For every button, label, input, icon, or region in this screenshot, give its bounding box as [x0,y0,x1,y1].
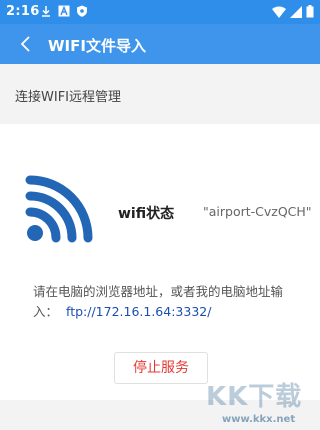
wifi-panel: wifi状态 "airport-CvzQCH" 请在电脑的浏览器地址，或者我的电… [0,124,320,400]
wifi-status-label: wifi状态 [118,206,175,222]
stop-service-button[interactable]: 停止服务 [114,352,208,384]
instruction-block: 请在电脑的浏览器地址，或者我的电脑地址输入： ftp://172.16.1.64:… [33,282,303,322]
back-button[interactable] [14,31,36,57]
watermark-logo: KK下载 www.kkx.net [200,372,318,428]
status-bar: 2:16 [0,0,320,24]
wifi-ssid-value: "airport-CvzQCH" [203,204,312,219]
signal-icon [290,5,302,18]
app-bar: WIFI文件导入 [0,24,320,64]
wifi-icon [272,6,286,18]
watermark-url: www.kkx.net [222,414,296,425]
battery-icon [306,5,314,18]
shield-icon [77,5,87,17]
download-icon [42,6,50,17]
chevron-left-icon [20,36,30,52]
section-header: 连接WIFI远程管理 [0,64,320,125]
text-a-icon [58,5,70,17]
status-time: 2:16 [6,4,40,19]
section-label: 连接WIFI远程管理 [15,90,121,105]
ftp-address: ftp://172.16.1.64:3332/ [66,304,212,319]
page-title: WIFI文件导入 [48,37,146,55]
wifi-status-icon [25,175,93,243]
watermark-text: KK下载 [206,382,303,412]
